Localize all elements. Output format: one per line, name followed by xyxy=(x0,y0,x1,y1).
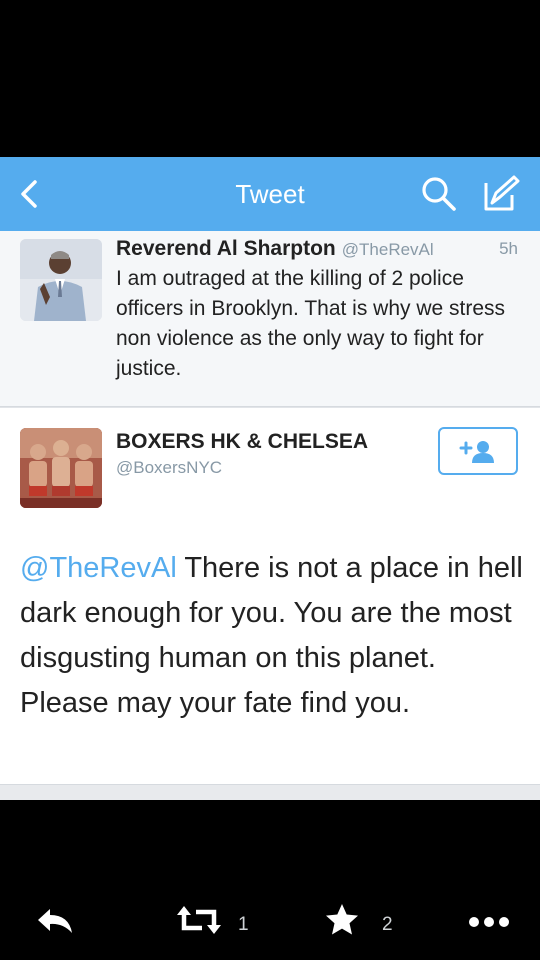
retweet-icon xyxy=(177,906,221,934)
author-handle[interactable]: @BoxersNYC xyxy=(116,458,222,478)
avatar-image xyxy=(20,239,102,321)
reply-icon xyxy=(38,909,72,933)
author-handle[interactable]: @TheRevAl xyxy=(342,240,434,259)
parent-header: Reverend Al Sharpton @TheRevAl 5h xyxy=(116,237,526,261)
more-button[interactable] xyxy=(466,900,516,952)
compose-button[interactable] xyxy=(478,171,524,217)
compose-icon xyxy=(484,175,520,211)
retweet-count: 1 xyxy=(238,914,249,935)
search-icon xyxy=(422,177,456,211)
avatar[interactable] xyxy=(20,428,102,508)
search-button[interactable] xyxy=(418,173,460,215)
favorite-count: 2 xyxy=(382,914,393,935)
tweet-detail: Reverend Al Sharpton @TheRevAl 5h I am ou… xyxy=(0,231,540,800)
favorite-button[interactable]: 2 xyxy=(322,900,402,952)
avatar[interactable] xyxy=(20,239,102,321)
retweet-button[interactable]: 1 xyxy=(174,900,264,952)
tweet-text: @TheRevAl There is not a place in hell d… xyxy=(20,546,525,726)
reply-button[interactable] xyxy=(32,900,78,952)
more-icon xyxy=(469,917,509,927)
timestamp: 5h xyxy=(499,239,518,258)
parent-tweet[interactable]: Reverend Al Sharpton @TheRevAl 5h I am ou… xyxy=(0,231,540,407)
star-icon xyxy=(326,904,358,935)
main-tweet: BOXERS HK & CHELSEA @BoxersNYC @TheRevAl… xyxy=(0,407,540,785)
mention-link[interactable]: @TheRevAl xyxy=(20,552,177,584)
author-name[interactable]: BOXERS HK & CHELSEA xyxy=(116,430,368,454)
add-user-icon xyxy=(459,441,494,463)
tweet-text: I am outraged at the killing of 2 police… xyxy=(116,267,506,380)
follow-button[interactable] xyxy=(438,427,518,475)
avatar-image xyxy=(20,428,102,508)
divider xyxy=(0,785,540,800)
author-name[interactable]: Reverend Al Sharpton xyxy=(116,237,336,260)
top-navbar: Tweet xyxy=(0,157,540,231)
